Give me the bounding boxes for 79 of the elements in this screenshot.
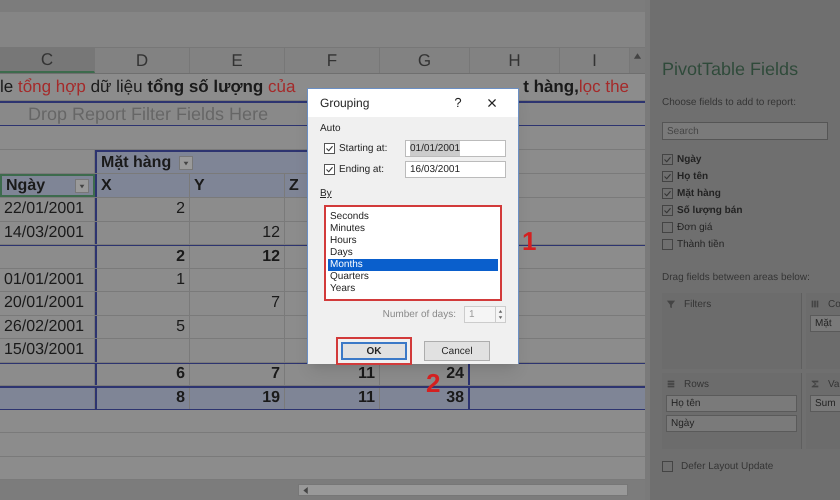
unit-option[interactable]: Months (328, 259, 498, 271)
checkbox[interactable] (662, 239, 673, 250)
unit-option[interactable]: Seconds (328, 211, 498, 223)
area-title: Filters (684, 298, 712, 312)
field-name: Thành tiền (677, 238, 724, 252)
row-label: 14/03/2001 (0, 222, 95, 244)
area-field[interactable]: Mặt (810, 315, 840, 332)
dropdown-icon[interactable] (179, 156, 194, 170)
date-input[interactable]: 16/03/2001 (405, 161, 506, 178)
date-input[interactable]: 01/01/2001 (405, 140, 506, 157)
heading-text: t hàng,lọc the (523, 76, 629, 98)
pivot-column-header: Y (190, 174, 285, 197)
horizontal-scrollbar[interactable] (298, 484, 628, 496)
value-cell: 5 (95, 316, 190, 338)
value-cell: 2 (95, 246, 190, 268)
units-list[interactable]: Seconds Minutes Hours Days Months Quarters Years (324, 205, 502, 301)
scroll-left-icon[interactable] (303, 486, 309, 494)
area-field[interactable]: Họ tên (666, 395, 797, 412)
area-title: Co (828, 298, 840, 312)
heading-text: le tổng hợp dữ liệu tổng số lượng của (0, 76, 296, 98)
value-cell: 19 (190, 388, 285, 408)
spinner-arrows-icon[interactable] (495, 307, 505, 322)
area-field[interactable]: Ngày (666, 415, 797, 432)
checkbox[interactable] (662, 205, 673, 216)
area-title: Va (828, 378, 840, 392)
row-label: 15/03/2001 (0, 339, 95, 362)
help-button[interactable]: ? (446, 93, 470, 113)
field-label: Number of days: (382, 308, 456, 322)
columns-icon (810, 299, 820, 309)
value-cell: 7 (190, 292, 285, 314)
drag-hint: Drag fields between areas below: (662, 271, 811, 285)
dialog-title: Grouping (320, 95, 370, 112)
area-field[interactable]: Sum (810, 395, 840, 412)
checkbox[interactable] (662, 188, 673, 199)
field-name: Đơn giá (677, 221, 712, 235)
field-name: Mặt hàng (677, 187, 721, 201)
pivot-field-label: Mặt hàng (101, 152, 172, 172)
dropdown-icon[interactable] (75, 178, 89, 192)
unit-option[interactable]: Quarters (328, 271, 498, 283)
cancel-button[interactable]: Cancel (424, 341, 490, 361)
ok-button[interactable]: OK (341, 342, 407, 360)
value-cell: 7 (190, 364, 285, 385)
value-cell: 11 (285, 388, 380, 408)
values-icon (810, 379, 820, 389)
field-name: Họ tên (677, 170, 708, 184)
row-label: 26/02/2001 (0, 316, 95, 338)
filters-icon (666, 299, 676, 309)
field-label: Ending at: (339, 163, 386, 177)
unit-option[interactable]: Years (328, 283, 498, 295)
pivot-field-label: Ngày (6, 176, 46, 196)
section-label: Auto (320, 122, 342, 136)
row-label: 01/01/2001 (0, 268, 95, 291)
field-name: Ngày (677, 153, 702, 167)
close-button[interactable]: × (478, 90, 506, 116)
row-label: 22/01/2001 (0, 198, 95, 220)
value-cell: 1 (95, 268, 190, 291)
value-cell: 2 (95, 198, 190, 220)
checkbox[interactable] (324, 164, 335, 175)
value-cell: 12 (190, 222, 285, 244)
unit-option[interactable]: Hours (328, 235, 498, 247)
row-label: 20/01/2001 (0, 292, 95, 314)
panel-title: PivotTable Fields (662, 58, 800, 81)
value-cell: 12 (190, 246, 285, 268)
pivot-column-header: X (95, 174, 190, 197)
checkbox[interactable] (662, 154, 673, 165)
defer-label: Defer Layout Update (681, 460, 774, 474)
unit-option[interactable]: Minutes (328, 223, 498, 235)
panel-subtitle: Choose fields to add to report: (662, 96, 797, 110)
area-title: Rows (684, 378, 710, 392)
unit-option[interactable]: Days (328, 247, 498, 259)
checkbox[interactable] (324, 143, 335, 154)
checkbox[interactable] (662, 171, 673, 182)
checkbox[interactable] (662, 461, 673, 472)
field-label: Starting at: (339, 142, 388, 156)
checkbox[interactable] (662, 222, 673, 233)
rows-icon (666, 379, 676, 389)
value-cell: 8 (95, 388, 190, 408)
field-name: Số lượng bán (677, 204, 742, 218)
scroll-up-icon[interactable] (633, 52, 642, 60)
